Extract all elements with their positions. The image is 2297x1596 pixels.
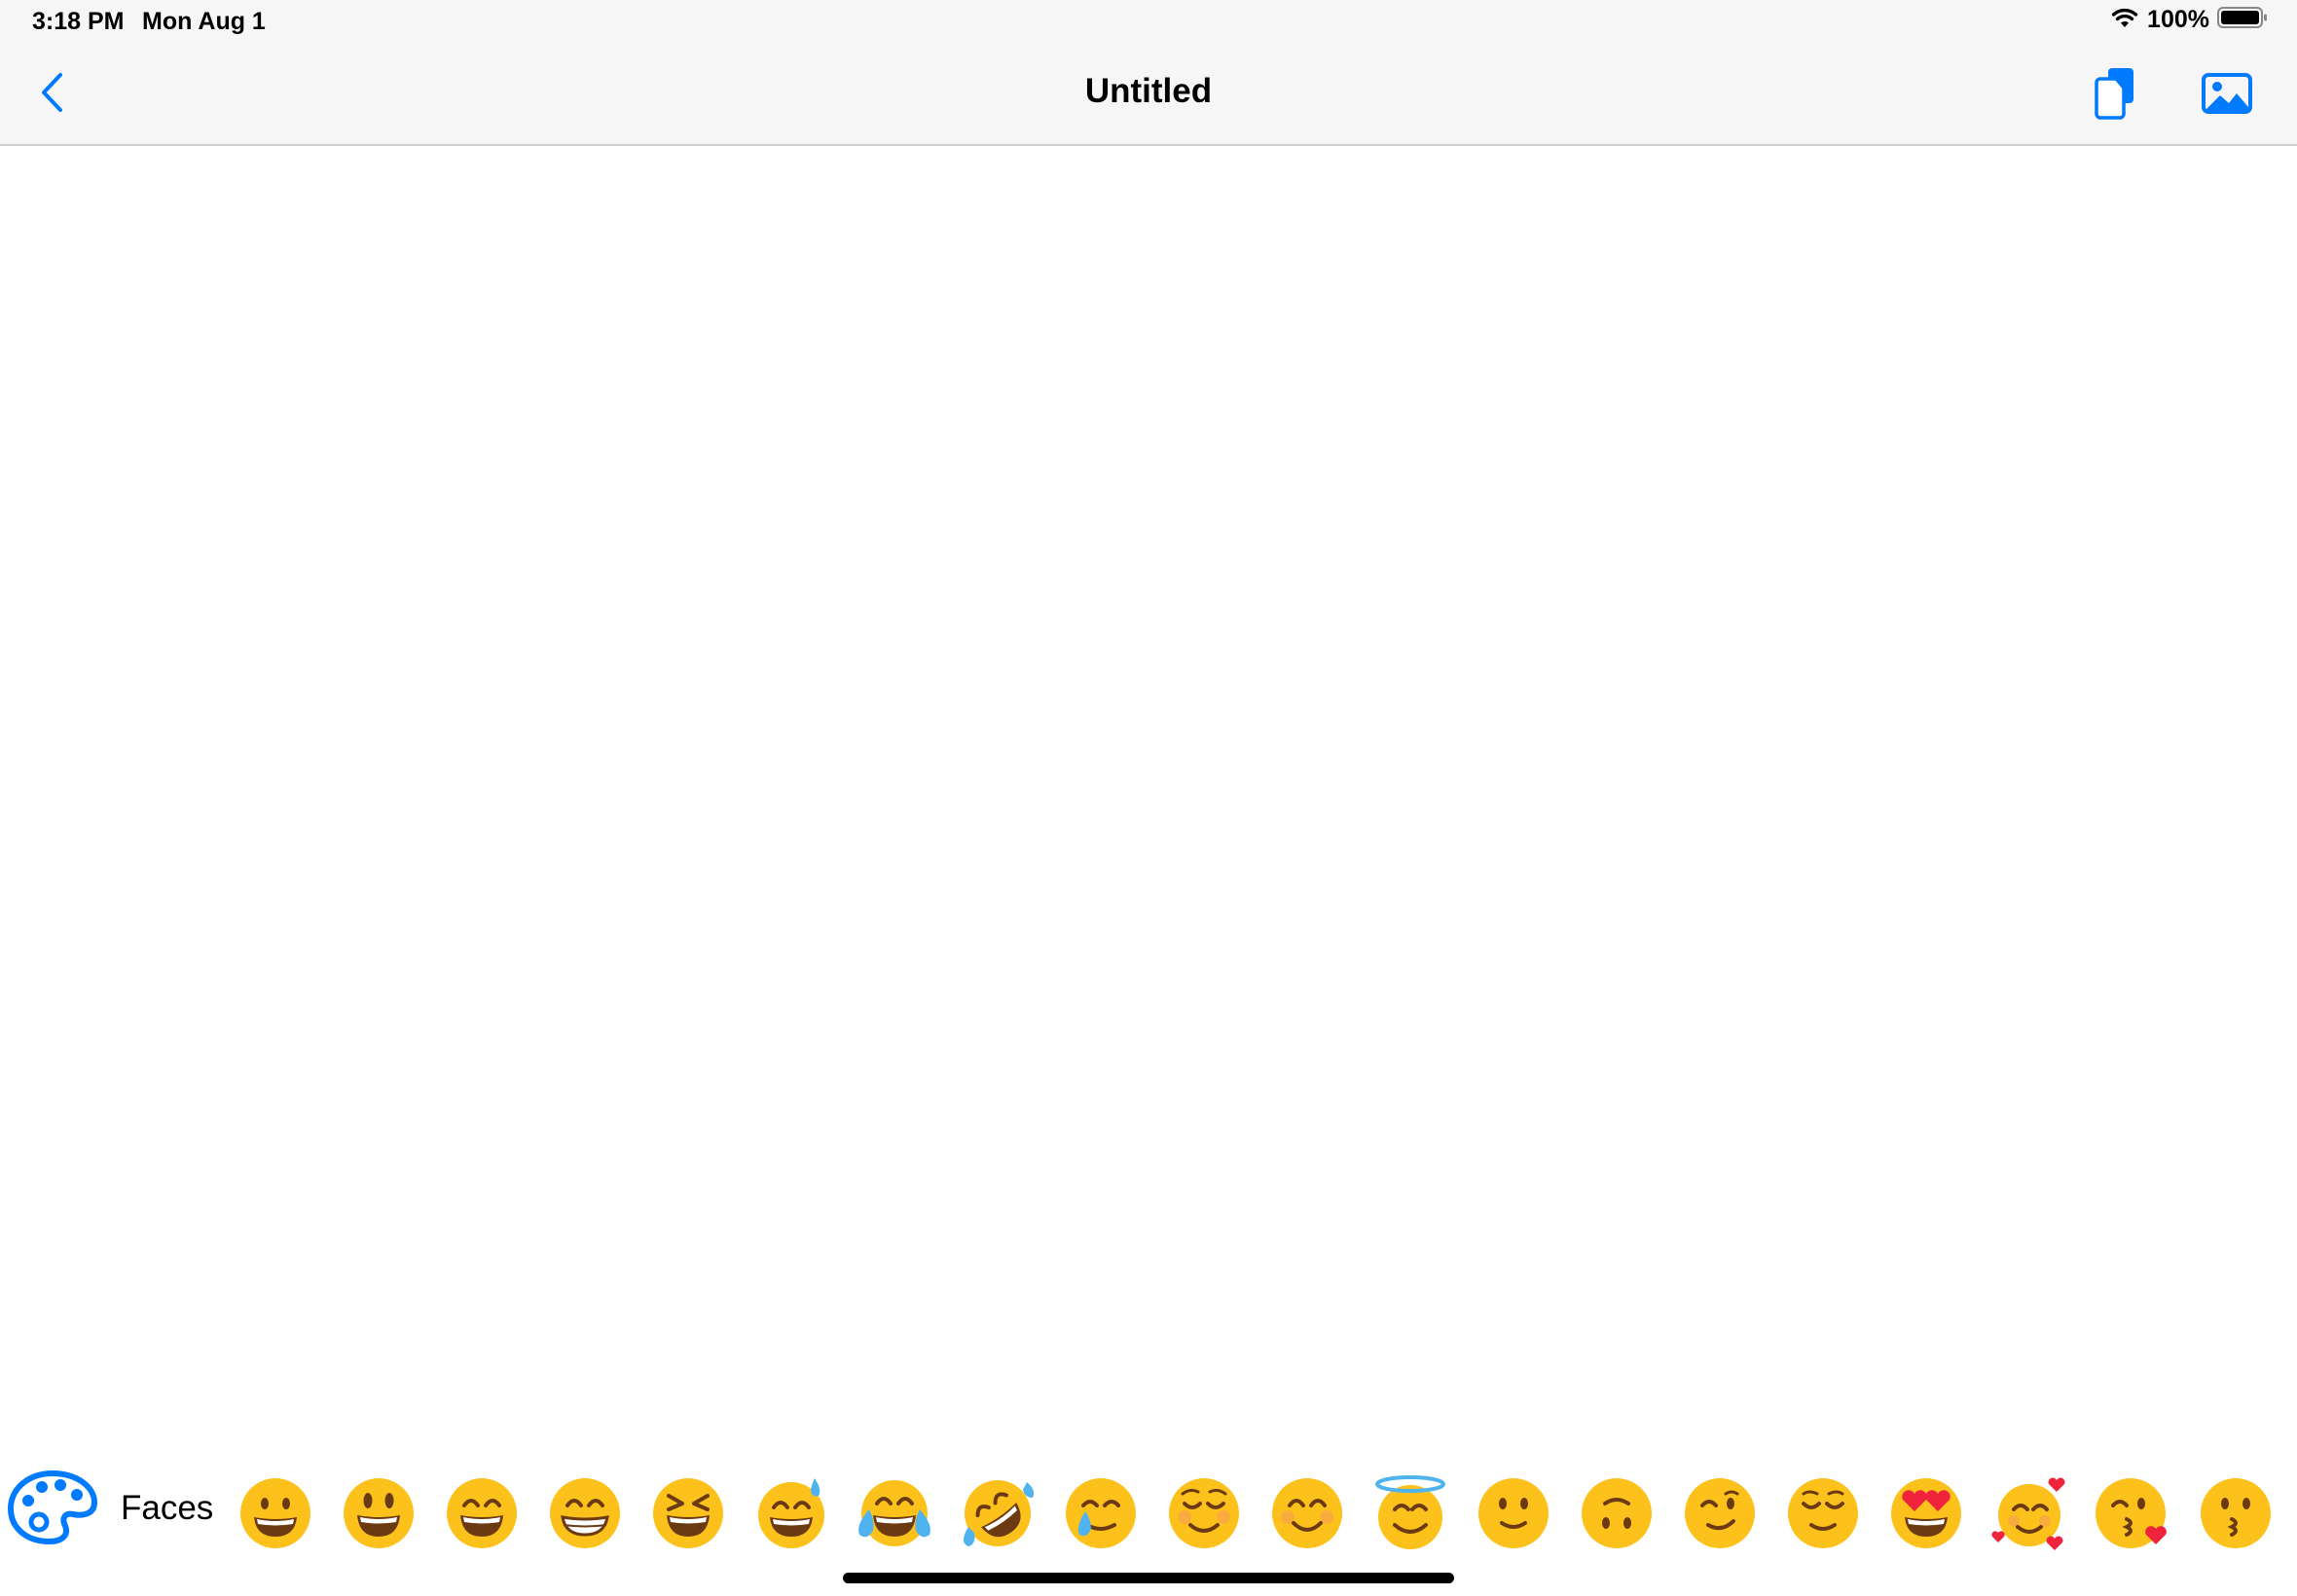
emoji-smiling-face-smiling-eyes[interactable] <box>1256 1462 1359 1565</box>
halo-face-icon <box>1375 1475 1445 1549</box>
holding-back-tears-icon <box>1066 1478 1136 1548</box>
app-screen: 3:18 PM Mon Aug 1 100% Untitled Faces <box>0 0 2297 1596</box>
rolling-laughing-icon <box>964 1480 1035 1546</box>
smiling-face-icon <box>1169 1478 1239 1548</box>
emoji-tears-of-joy[interactable] <box>843 1462 946 1565</box>
emoji-next-partial[interactable] <box>2287 1462 2297 1565</box>
status-indicators: 100% <box>2110 6 2268 34</box>
duplicate-button[interactable] <box>2085 66 2147 125</box>
palette-button[interactable] <box>6 1469 99 1549</box>
relieved-face-icon <box>1788 1478 1858 1548</box>
home-indicator[interactable] <box>843 1573 1454 1583</box>
emoji-kissing-face[interactable] <box>2184 1462 2287 1565</box>
smiling-hearts-icon <box>1991 1477 2065 1550</box>
emoji-holding-back-tears[interactable] <box>1049 1462 1152 1565</box>
duplicate-pages-icon <box>2093 66 2139 126</box>
document-title: Untitled <box>1084 72 1213 110</box>
battery-icon <box>2217 6 2268 34</box>
emoji-slightly-smiling-face[interactable] <box>1462 1462 1565 1565</box>
beaming-face-icon <box>550 1478 620 1548</box>
emoji-upside-down-face[interactable] <box>1565 1462 1668 1565</box>
upside-down-icon <box>1582 1478 1652 1548</box>
slightly-smiling-icon <box>1478 1478 1549 1548</box>
emoji-winking-face[interactable] <box>1668 1462 1771 1565</box>
wifi-icon <box>2110 6 2139 34</box>
emoji-beaming-face[interactable] <box>533 1462 637 1565</box>
palette-icon <box>7 1469 98 1550</box>
emoji-grinning-face-big-eyes[interactable] <box>327 1462 430 1565</box>
status-bar: 3:18 PM Mon Aug 1 100% <box>0 0 2297 47</box>
drawing-canvas[interactable] <box>0 146 2297 1411</box>
squinting-face-icon <box>653 1478 723 1548</box>
status-time: 3:18 PM <box>32 8 125 35</box>
emoji-smiling-face[interactable] <box>1152 1462 1256 1565</box>
insert-image-button[interactable] <box>2196 66 2258 125</box>
navigation-bar: Untitled <box>0 47 2297 146</box>
emoji-bar: Faces <box>0 1460 2297 1567</box>
winking-face-icon <box>1685 1478 1755 1548</box>
status-date: Mon Aug 1 <box>142 8 266 35</box>
emoji-squinting-face[interactable] <box>637 1462 740 1565</box>
emoji-smiling-face-hearts[interactable] <box>1978 1462 2081 1565</box>
photo-icon <box>2201 72 2253 120</box>
kissing-face-icon <box>2201 1478 2271 1548</box>
grinning-face-icon <box>240 1478 310 1548</box>
emoji-grinning-face-sweat[interactable] <box>740 1462 843 1565</box>
emoji-face-blowing-kiss[interactable] <box>2081 1462 2184 1565</box>
emoji-category-label: Faces <box>121 1489 214 1527</box>
smiling-eyes-icon <box>1272 1478 1342 1548</box>
emoji-grinning-face-smiling-eyes[interactable] <box>430 1462 533 1565</box>
emoji-smiling-face-halo[interactable] <box>1359 1462 1462 1565</box>
emoji-row <box>224 1460 2297 1567</box>
grinning-sweat-icon <box>758 1478 824 1548</box>
tears-of-joy-icon <box>858 1480 930 1546</box>
emoji-rolling-on-floor-laughing[interactable] <box>946 1462 1049 1565</box>
emoji-heart-eyes-face[interactable] <box>1875 1462 1978 1565</box>
grinning-big-eyes-icon <box>344 1478 414 1548</box>
heart-eyes-icon <box>1891 1478 1961 1548</box>
emoji-grinning-face[interactable] <box>224 1462 327 1565</box>
blowing-kiss-icon <box>2096 1478 2167 1548</box>
grinning-smiling-eyes-icon <box>447 1478 517 1548</box>
emoji-relieved-face[interactable] <box>1771 1462 1875 1565</box>
battery-percent: 100% <box>2147 6 2209 33</box>
